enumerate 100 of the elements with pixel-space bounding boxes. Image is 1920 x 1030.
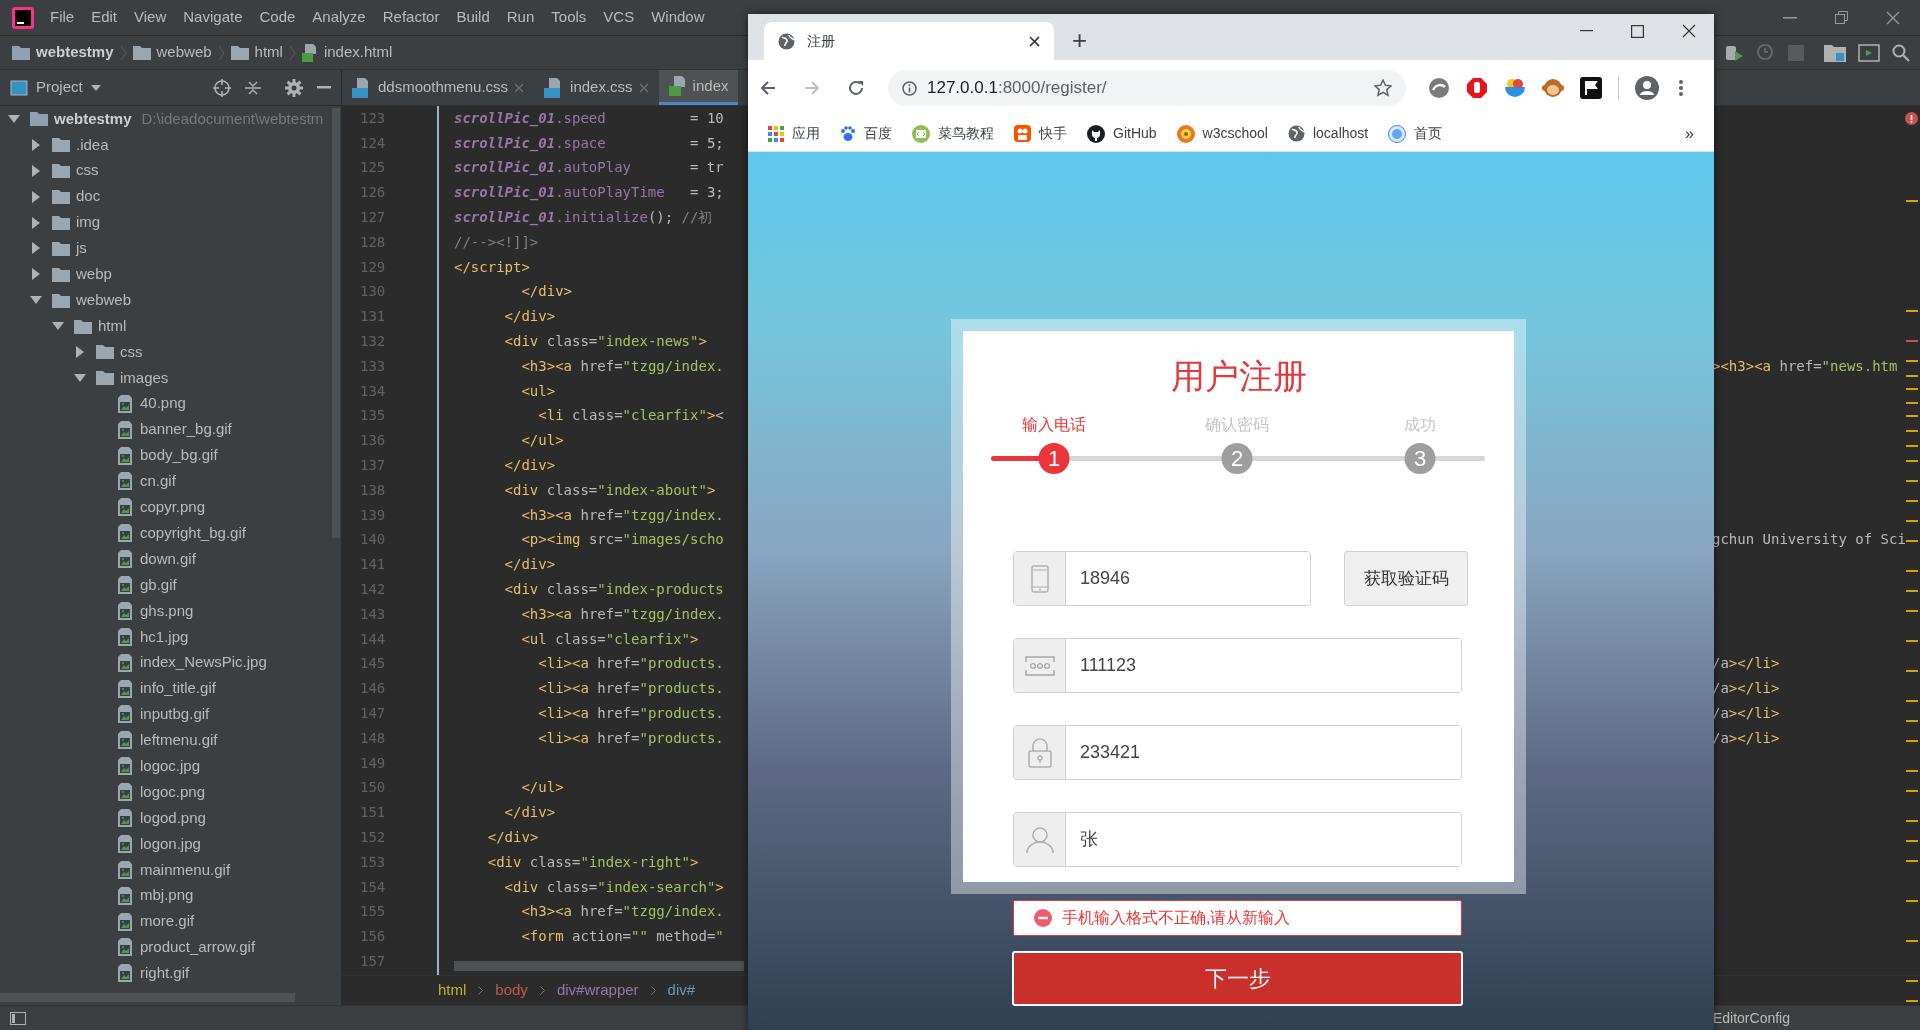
vertical-scrollbar[interactable] bbox=[332, 108, 340, 538]
tree-item-label[interactable]: inputbg.gif bbox=[140, 703, 210, 726]
menu-item[interactable]: Tools bbox=[551, 6, 587, 29]
menu-item[interactable]: Run bbox=[506, 6, 535, 29]
error-icon[interactable] bbox=[1905, 112, 1918, 125]
tree-item-label[interactable]: hc1.jpg bbox=[140, 625, 189, 648]
tree-item-label[interactable]: cn.gif bbox=[140, 470, 176, 493]
tree-item-label[interactable]: webweb bbox=[76, 288, 132, 312]
profile-icon[interactable] bbox=[1635, 76, 1659, 100]
tree-item-label[interactable]: html bbox=[98, 314, 127, 338]
menu-item[interactable]: Window bbox=[651, 6, 705, 29]
tree-toggle-icon[interactable] bbox=[74, 345, 86, 358]
terminal-icon[interactable] bbox=[1858, 43, 1880, 62]
breadcrumb-item[interactable]: webweb bbox=[156, 41, 212, 64]
tree-item-label[interactable]: images bbox=[120, 366, 169, 390]
text-field[interactable]: 18946 bbox=[1013, 551, 1311, 606]
breadcrumb-item[interactable]: html bbox=[438, 979, 467, 1002]
tree-toggle-icon[interactable] bbox=[74, 371, 86, 384]
menu-item[interactable]: Refactor bbox=[382, 6, 440, 29]
breadcrumb-item[interactable]: div# bbox=[667, 979, 696, 1002]
tree-toggle-icon[interactable] bbox=[30, 242, 42, 255]
star-icon[interactable] bbox=[1374, 79, 1392, 97]
text-field[interactable]: 111123 bbox=[1013, 638, 1462, 693]
tree-item-label[interactable]: copyright_bg.gif bbox=[140, 521, 246, 545]
tree-item-label[interactable]: 40.png bbox=[140, 392, 186, 415]
minimize-icon[interactable] bbox=[1783, 16, 1797, 19]
tree-toggle-icon[interactable] bbox=[30, 268, 42, 281]
settings-icon[interactable] bbox=[285, 78, 303, 97]
search-icon[interactable] bbox=[1892, 43, 1910, 62]
editor-tab[interactable]: index.css bbox=[534, 70, 659, 105]
bookmark-link[interactable]: 首页 bbox=[1414, 123, 1443, 144]
breadcrumb-item[interactable]: div#wrapper bbox=[556, 979, 639, 1002]
bookmark-link[interactable]: 菜鸟教程 bbox=[938, 123, 994, 144]
tree-item-label[interactable]: info_title.gif bbox=[140, 677, 216, 700]
editor-tab[interactable]: index bbox=[658, 70, 739, 105]
tree-item-label[interactable]: doc bbox=[76, 185, 101, 208]
menu-item[interactable]: VCS bbox=[603, 6, 635, 29]
bookmark-link[interactable]: 应用 bbox=[792, 123, 820, 144]
target-icon[interactable] bbox=[213, 78, 231, 97]
tree-item-label[interactable]: logon.jpg bbox=[140, 832, 201, 856]
swirl-icon[interactable] bbox=[1428, 77, 1450, 99]
tree-toggle-icon[interactable] bbox=[30, 164, 42, 177]
tree-item-label[interactable]: .idea bbox=[76, 133, 109, 157]
close-icon[interactable] bbox=[1029, 35, 1040, 47]
tree-item-label[interactable]: css bbox=[120, 340, 143, 364]
flag-icon[interactable] bbox=[1580, 77, 1602, 99]
bookmark-link[interactable]: 快手 bbox=[1039, 123, 1067, 144]
reload-icon[interactable] bbox=[848, 80, 864, 96]
tree-item-label[interactable]: leftmenu.gif bbox=[140, 729, 218, 752]
close-icon[interactable] bbox=[1682, 24, 1696, 38]
text-field[interactable]: 张 bbox=[1013, 812, 1462, 867]
tree-item-label[interactable]: more.gif bbox=[140, 910, 195, 933]
tree-item-label[interactable]: product_arrow.gif bbox=[140, 936, 256, 959]
folder-icon[interactable] bbox=[1824, 43, 1846, 62]
menu-item[interactable]: View bbox=[134, 6, 167, 29]
menu-item[interactable]: Code bbox=[259, 6, 296, 29]
minimize-icon[interactable] bbox=[1580, 30, 1593, 32]
menu-item[interactable]: Navigate bbox=[183, 6, 243, 29]
panel-toggle-icon[interactable] bbox=[10, 1011, 26, 1025]
address-bar[interactable]: 127.0.0.1:8000/register/ bbox=[888, 70, 1406, 106]
tree-item-label[interactable]: body_bg.gif bbox=[140, 444, 218, 467]
tree-item-label[interactable]: copyr.png bbox=[140, 496, 206, 519]
tree-item-label[interactable]: css bbox=[76, 159, 99, 182]
stop-sign-icon[interactable] bbox=[1466, 77, 1488, 99]
next-step-button[interactable]: 下一步 bbox=[1012, 951, 1463, 1006]
bowl-icon[interactable] bbox=[1504, 77, 1526, 99]
tree-toggle-icon[interactable] bbox=[30, 190, 42, 203]
tree-toggle-icon[interactable] bbox=[30, 216, 42, 229]
tree-item-label[interactable]: js bbox=[76, 237, 87, 260]
menu-item[interactable]: File bbox=[50, 6, 75, 29]
bookmark-link[interactable]: GitHub bbox=[1113, 123, 1157, 144]
maximize-icon[interactable] bbox=[1631, 24, 1644, 38]
send-code-button[interactable]: 获取验证码 bbox=[1344, 551, 1468, 606]
back-icon[interactable] bbox=[760, 80, 776, 96]
bookmark-link[interactable]: 百度 bbox=[864, 123, 892, 144]
caret-icon[interactable] bbox=[90, 84, 101, 91]
tree-item-label[interactable]: banner_bg.gif bbox=[140, 418, 232, 441]
horizontal-scrollbar[interactable] bbox=[454, 961, 744, 971]
monkey-icon[interactable] bbox=[1542, 77, 1564, 99]
bookmark-link[interactable]: w3cschool bbox=[1202, 123, 1268, 144]
browser-tab[interactable]: 注册 bbox=[764, 22, 1054, 60]
breadcrumb-item[interactable]: html bbox=[254, 41, 283, 64]
tree-item-label[interactable]: mbj.png bbox=[140, 884, 194, 907]
text-field[interactable]: 233421 bbox=[1013, 725, 1462, 780]
tree-item-label[interactable]: webtestmy bbox=[54, 107, 132, 131]
editor-tab[interactable]: ddsmoothmenu.css bbox=[342, 70, 535, 105]
tree-item-label[interactable]: ghs.png bbox=[140, 599, 194, 623]
more-bookmarks-button[interactable]: » bbox=[1685, 121, 1694, 146]
tree-item-label[interactable]: mainmenu.gif bbox=[140, 858, 231, 881]
tree-toggle-icon[interactable] bbox=[8, 112, 20, 125]
menu-item[interactable]: Build bbox=[456, 6, 490, 29]
tree-item-label[interactable]: img bbox=[76, 211, 101, 234]
breadcrumb-item[interactable]: webtestmy bbox=[36, 41, 114, 64]
breadcrumb-item[interactable]: body bbox=[495, 979, 528, 1002]
status-text[interactable]: EditorConfig bbox=[1712, 1007, 1790, 1029]
tree-item-label[interactable]: webp bbox=[76, 263, 112, 286]
menu-item[interactable]: Edit bbox=[91, 6, 118, 29]
more-icon[interactable] bbox=[1679, 80, 1683, 96]
tree-item-label[interactable]: logoc.png bbox=[140, 780, 206, 804]
tree-item-label[interactable]: logoc.jpg bbox=[140, 754, 201, 778]
